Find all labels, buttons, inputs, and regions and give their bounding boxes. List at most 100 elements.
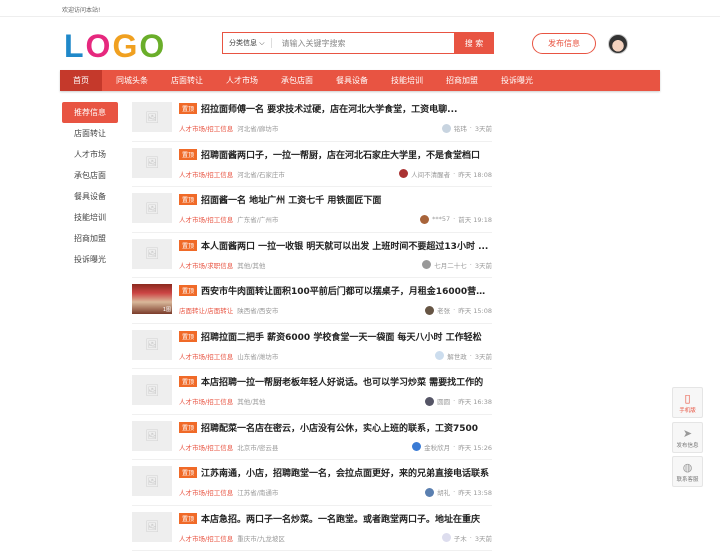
image-placeholder-icon[interactable]: 🖼 xyxy=(132,421,172,451)
post-category[interactable]: 人才市场/招工信息 xyxy=(179,353,233,361)
post-time: 前天 19:18 xyxy=(458,214,492,224)
logo-letter: O xyxy=(139,28,166,64)
post-category[interactable]: 人才市场/招工信息 xyxy=(179,171,233,179)
search-input[interactable] xyxy=(272,39,454,48)
post-user[interactable]: ***57 xyxy=(432,215,450,223)
post-title-text: 招拉面师傅一名 要求技术过硬，店在河北大学食堂，工资电聊... xyxy=(201,105,457,115)
list-item[interactable]: 🖼 置顶招拉面师傅一名 要求技术过硬，店在河北大学食堂，工资电聊... 人才市场… xyxy=(132,96,492,142)
list-item[interactable]: 🖼 置顶招聘配菜一名店在密云，小店没有公休，实心上班的联系，工资7500 人才市… xyxy=(132,415,492,461)
publish-button[interactable]: 发布信息 xyxy=(532,33,596,54)
float-button[interactable]: ◍联系客服 xyxy=(672,456,703,487)
post-user[interactable]: 解世政 xyxy=(447,351,467,361)
search-category-select[interactable]: 分类信息 ⌵ xyxy=(223,38,272,48)
post-location: 陕西省/西安市 xyxy=(237,307,278,315)
list-item[interactable]: 🖼 置顶本店急招。两口子一名炒菜。一名跑堂。或者跑堂两口子。地址在重庆 人才市场… xyxy=(132,506,492,551)
post-title-text: 江苏南通，小店，招聘跑堂一名，会拉点面更好，来的兄弟直接电话联系 xyxy=(201,469,489,479)
mobile-icon: ▯ xyxy=(673,392,702,406)
wechat-icon: ◍ xyxy=(673,461,702,475)
post-title[interactable]: 置顶招拉面师傅一名 要求技术过硬，店在河北大学食堂，工资电聊... xyxy=(179,102,492,115)
user-avatar-icon xyxy=(399,169,408,178)
welcome-text: 欢迎访问本站! xyxy=(0,0,720,17)
post-category[interactable]: 人才市场/招工信息 xyxy=(179,444,233,452)
image-placeholder-icon[interactable]: 🖼 xyxy=(132,330,172,360)
post-title[interactable]: 置顶本店急招。两口子一名炒菜。一名跑堂。或者跑堂两口子。地址在重庆 xyxy=(179,512,492,525)
image-placeholder-icon[interactable]: 🖼 xyxy=(132,102,172,132)
image-placeholder-icon[interactable]: 🖼 xyxy=(132,466,172,496)
post-category[interactable]: 店面转让/店面转让 xyxy=(179,307,233,315)
list-item[interactable]: 1图 置顶西安市牛肉面转让面积100平前后门都可以摆桌子，月租金16000营业额… xyxy=(132,278,492,324)
post-location: 重庆市/九龙坡区 xyxy=(237,535,285,543)
pinned-badge: 置顶 xyxy=(179,285,197,296)
image-placeholder-icon[interactable]: 🖼 xyxy=(132,148,172,178)
post-title-text: 本人面酱两口 一拉一收银 明天就可以出发 上班时间不要超过13小时 ... xyxy=(201,242,488,252)
list-item[interactable]: 🖼 置顶本人面酱两口 一拉一收银 明天就可以出发 上班时间不要超过13小时 ..… xyxy=(132,233,492,279)
nav-item[interactable]: 技能培训 xyxy=(382,70,432,91)
nav-item[interactable]: 人才市场 xyxy=(217,70,267,91)
post-category[interactable]: 人才市场/招工信息 xyxy=(179,489,233,497)
post-title[interactable]: 置顶本店招聘一拉一帮厨老板年轻人好说话。也可以学习炒菜 需要找工作的 xyxy=(179,375,492,388)
post-title[interactable]: 置顶招聘拉面二把手 薪资6000 学校食堂一天一袋面 每天八小时 工作轻松 xyxy=(179,330,492,343)
user-avatar-icon xyxy=(422,260,431,269)
post-title[interactable]: 置顶招聘面酱两口子，一拉一帮厨，店在河北石家庄大学里，不是食堂档口 xyxy=(179,148,492,161)
image-placeholder-icon[interactable]: 🖼 xyxy=(132,193,172,223)
nav-item[interactable]: 同城头条 xyxy=(107,70,157,91)
user-avatar-icon xyxy=(425,488,434,497)
post-user[interactable]: 人间不清醒者 xyxy=(411,169,450,179)
post-user[interactable]: 铭玮 xyxy=(454,123,467,133)
logo[interactable]: LOGO xyxy=(64,28,166,65)
nav-item[interactable]: 首页 xyxy=(60,70,102,91)
nav-item[interactable]: 店面转让 xyxy=(162,70,212,91)
sidebar-item[interactable]: 技能培训 xyxy=(62,207,118,228)
user-avatar[interactable] xyxy=(608,34,628,54)
post-title[interactable]: 置顶招聘配菜一名店在密云，小店没有公休，实心上班的联系，工资7500 xyxy=(179,421,492,434)
sidebar-item[interactable]: 招商加盟 xyxy=(62,228,118,249)
post-thumbnail[interactable]: 1图 xyxy=(132,284,172,314)
post-user[interactable]: 金秋欣月 xyxy=(424,442,450,452)
pinned-badge: 置顶 xyxy=(179,513,197,524)
post-title[interactable]: 置顶本人面酱两口 一拉一收银 明天就可以出发 上班时间不要超过13小时 ... xyxy=(179,239,492,252)
post-title[interactable]: 置顶江苏南通，小店，招聘跑堂一名，会拉点面更好，来的兄弟直接电话联系 xyxy=(179,466,492,479)
post-category[interactable]: 人才市场/求职信息 xyxy=(179,262,233,270)
post-user[interactable]: 子木 xyxy=(454,533,467,543)
nav-item[interactable]: 招商加盟 xyxy=(437,70,487,91)
sidebar-item[interactable]: 推荐信息 xyxy=(62,102,118,123)
post-location: 江苏省/南通市 xyxy=(237,489,278,497)
float-button[interactable]: ➤发布信息 xyxy=(672,422,703,453)
chevron-down-icon: ⌵ xyxy=(259,39,264,47)
post-location: 山东省/潍坊市 xyxy=(237,353,278,361)
pinned-badge: 置顶 xyxy=(179,103,197,114)
sidebar-item[interactable]: 人才市场 xyxy=(62,144,118,165)
post-title[interactable]: 置顶招面酱一名 地址广州 工资七千 用铁面匠下面 xyxy=(179,193,492,206)
nav-item[interactable]: 餐具设备 xyxy=(327,70,377,91)
post-location: 其他/其他 xyxy=(237,262,265,270)
sidebar-item[interactable]: 投诉曝光 xyxy=(62,249,118,270)
image-placeholder-icon[interactable]: 🖼 xyxy=(132,512,172,542)
post-title[interactable]: 置顶西安市牛肉面转让面积100平前后门都可以摆桌子，月租金16000营业额 xyxy=(179,284,492,297)
post-location: 北京市/密云县 xyxy=(237,444,278,452)
sidebar-item[interactable]: 店面转让 xyxy=(62,123,118,144)
post-category[interactable]: 人才市场/招工信息 xyxy=(179,535,233,543)
post-user[interactable]: 老张 xyxy=(437,305,450,315)
list-item[interactable]: 🖼 置顶江苏南通，小店，招聘跑堂一名，会拉点面更好，来的兄弟直接电话联系 人才市… xyxy=(132,460,492,506)
post-category[interactable]: 人才市场/招工信息 xyxy=(179,125,233,133)
post-category[interactable]: 人才市场/招工信息 xyxy=(179,398,233,406)
sidebar: 推荐信息店面转让人才市场承包店面餐具设备技能培训招商加盟投诉曝光 xyxy=(62,102,118,270)
search-button[interactable]: 搜 索 xyxy=(454,32,494,54)
nav-item[interactable]: 承包店面 xyxy=(272,70,322,91)
nav-item[interactable]: 投诉曝光 xyxy=(492,70,542,91)
image-placeholder-icon[interactable]: 🖼 xyxy=(132,375,172,405)
user-avatar-icon xyxy=(442,533,451,542)
post-user[interactable]: 胡礼 xyxy=(437,487,450,497)
list-item[interactable]: 🖼 置顶本店招聘一拉一帮厨老板年轻人好说话。也可以学习炒菜 需要找工作的 人才市… xyxy=(132,369,492,415)
image-placeholder-icon[interactable]: 🖼 xyxy=(132,239,172,269)
sidebar-item[interactable]: 餐具设备 xyxy=(62,186,118,207)
sidebar-item[interactable]: 承包店面 xyxy=(62,165,118,186)
list-item[interactable]: 🖼 置顶招聘面酱两口子，一拉一帮厨，店在河北石家庄大学里，不是食堂档口 人才市场… xyxy=(132,142,492,188)
float-button[interactable]: ▯手机版 xyxy=(672,387,703,418)
post-category[interactable]: 人才市场/招工信息 xyxy=(179,216,233,224)
list-item[interactable]: 🖼 置顶招聘拉面二把手 薪资6000 学校食堂一天一袋面 每天八小时 工作轻松 … xyxy=(132,324,492,370)
pinned-badge: 置顶 xyxy=(179,149,197,160)
list-item[interactable]: 🖼 置顶招面酱一名 地址广州 工资七千 用铁面匠下面 人才市场/招工信息广东省/… xyxy=(132,187,492,233)
post-user[interactable]: 圆圆 xyxy=(437,396,450,406)
post-user[interactable]: 七月二十七 xyxy=(434,260,467,270)
